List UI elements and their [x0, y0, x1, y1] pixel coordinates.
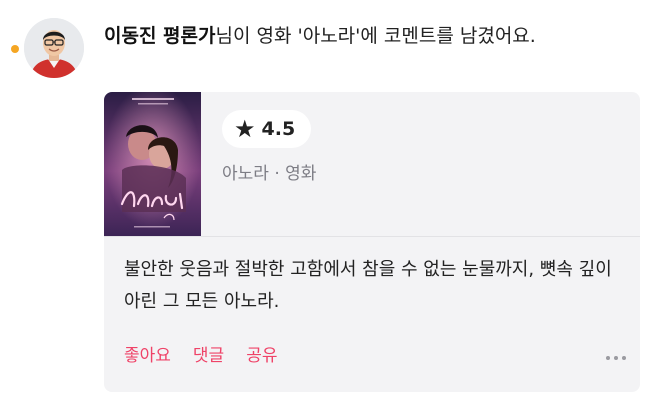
avatar[interactable] — [24, 18, 84, 78]
avatar-image — [24, 18, 84, 78]
reply-button[interactable]: 댓글 — [193, 344, 224, 368]
username-link[interactable]: 이동진 평론가 — [104, 25, 216, 47]
unread-indicator-dot — [11, 45, 19, 53]
star-icon: ★ — [234, 115, 256, 143]
movie-summary[interactable]: ★ 4.5 아노라 · 영화 — [104, 92, 640, 236]
activity-headline: 이동진 평론가님이 영화 '아노라'에 코멘트를 남겼어요. — [104, 22, 644, 50]
rating-pill: ★ 4.5 — [222, 110, 312, 148]
share-button[interactable]: 공유 — [246, 344, 277, 368]
rating-value: 4.5 — [261, 118, 296, 140]
more-dot — [614, 356, 618, 360]
card-divider — [104, 236, 640, 237]
more-dot — [606, 356, 610, 360]
comment-text[interactable]: 불안한 웃음과 절박한 고함에서 참을 수 없는 눈물까지, 뼛속 깊이 아린 … — [124, 254, 614, 318]
more-options-icon[interactable] — [606, 356, 626, 360]
comment-card[interactable]: ★ 4.5 아노라 · 영화 불안한 웃음과 절박한 고함에서 참을 수 없는 … — [104, 92, 640, 392]
poster-image — [104, 92, 201, 236]
more-dot — [622, 356, 626, 360]
activity-text: 님이 영화 '아노라'에 코멘트를 남겼어요. — [215, 25, 536, 47]
movie-meta[interactable]: 아노라 · 영화 — [222, 162, 316, 186]
movie-poster[interactable] — [104, 92, 201, 236]
comment-actions: 좋아요 댓글 공유 — [124, 344, 277, 368]
like-button[interactable]: 좋아요 — [124, 344, 171, 368]
